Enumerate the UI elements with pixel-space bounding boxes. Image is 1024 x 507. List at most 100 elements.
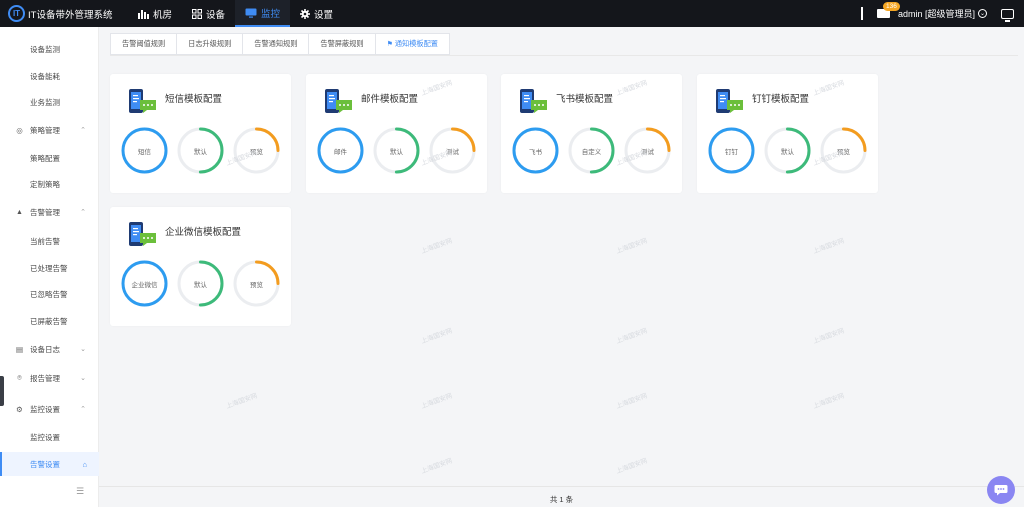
screen-icon[interactable] [1001, 8, 1014, 22]
template-ring[interactable]: 默认 [373, 127, 420, 174]
home-icon[interactable]: ⌂ [82, 460, 87, 469]
template-ring[interactable]: 预览 [820, 127, 867, 174]
chevron-down-icon[interactable]: ⌄ [80, 345, 86, 353]
gear-icon [300, 8, 311, 19]
chevron-up-icon[interactable]: ⌃ [80, 126, 86, 134]
logo-icon: IT [8, 5, 25, 22]
card-title: 飞书模板配置 [556, 94, 614, 105]
chevron-up-icon[interactable]: ⌃ [80, 405, 86, 413]
app-logo[interactable]: IT IT设备带外管理系统 [0, 5, 118, 22]
gear-icon: ⚙ [16, 404, 23, 414]
template-ring[interactable]: 短信 [121, 127, 168, 174]
card-title: 钉钉模板配置 [752, 94, 810, 105]
ring-label: 测试 [641, 148, 654, 156]
collapse-menu-icon[interactable]: ☰ [76, 486, 87, 497]
sidebar: ☰ 设备监测设备能耗业务监测 ◎ 策略管理 ⌃ 策略配置 定制策略 ▲ 告警管理 ⌃ 当前告警已处… [0, 27, 99, 507]
chat-button[interactable] [987, 476, 1015, 504]
ring-label: 自定义 [581, 148, 602, 156]
sidebar-drag-handle[interactable] [0, 376, 4, 406]
sidebar-item-5[interactable]: 定制策略 [0, 172, 99, 196]
sidebar-item-15[interactable]: 告警设置 ⌂ [0, 452, 99, 476]
template-ring[interactable]: 飞书 [512, 127, 559, 174]
sidebar-item-12[interactable]: ⌾ 报告管理 ⌄ [0, 366, 99, 390]
watermark-text: 上海国安网 [615, 392, 649, 411]
watermark-text: 上海国安网 [615, 237, 649, 256]
template-ring[interactable]: 预览 [233, 127, 280, 174]
sidebar-item-14[interactable]: 监控设置 [0, 425, 99, 449]
tab-2[interactable]: 告警通知规则 [242, 33, 309, 55]
template-card: 飞书模板配置飞书 自定义 测试 [501, 74, 682, 193]
ring-label: 企业微信 [131, 281, 158, 289]
ring-label: 默认 [194, 148, 207, 156]
sidebar-item-label: 已处理告警 [30, 263, 68, 273]
tab-4[interactable]: ⚑ 通知模板配置 [374, 33, 450, 55]
sidebar-item-label: 监控设置 [30, 432, 60, 442]
template-ring[interactable]: 钉钉 [708, 127, 755, 174]
card-title: 邮件模板配置 [361, 94, 419, 105]
sidebar-item-7[interactable]: 当前告警 [0, 229, 99, 253]
chat-icon [994, 485, 1008, 496]
ring-label: 钉钉 [725, 148, 738, 156]
tab-0[interactable]: 告警阈值规则 [110, 33, 177, 55]
nav-grid[interactable]: 设备 [182, 0, 235, 27]
nav-label: 机房 [153, 9, 173, 21]
phone-message-icon [128, 88, 158, 115]
user-name[interactable]: admin [超级管理员] [898, 7, 975, 20]
phone-message-icon [715, 88, 745, 115]
phone-message-icon [519, 88, 549, 115]
tab-1[interactable]: 日志升级规则 [176, 33, 243, 55]
template-ring[interactable]: 默认 [764, 127, 811, 174]
sidebar-item-3[interactable]: ◎ 策略管理 ⌃ [0, 118, 99, 142]
ring-label: 默认 [390, 148, 403, 156]
monitor-icon [245, 8, 257, 18]
ring-label: 测试 [446, 148, 459, 156]
template-ring[interactable]: 默认 [177, 260, 224, 307]
template-ring[interactable]: 测试 [624, 127, 671, 174]
sidebar-item-2[interactable]: 业务监测 [0, 90, 99, 114]
template-ring[interactable]: 自定义 [568, 127, 615, 174]
bell-icon: ▲ [16, 208, 23, 216]
tab-label: 告警阈值规则 [122, 39, 166, 48]
template-card: 企业微信模板配置 企业微信 默认 预览 [110, 207, 291, 326]
mail-icon[interactable]: 136 [876, 2, 900, 18]
sidebar-item-label: 当前告警 [30, 236, 60, 246]
ring-label: 默认 [781, 148, 794, 156]
sidebar-item-6[interactable]: ▲ 告警管理 ⌃ [0, 200, 99, 224]
sidebar-item-8[interactable]: 已处理告警 [0, 256, 99, 280]
document-icon: ▤ [15, 344, 24, 354]
sidebar-item-9[interactable]: 已忽略告警 [0, 282, 99, 306]
tabs-divider [110, 55, 1018, 56]
nav-bar-chart[interactable]: 机房 [128, 0, 182, 27]
template-ring[interactable]: 测试 [429, 127, 476, 174]
sidebar-item-13[interactable]: ⚙ 监控设置 ⌃ [0, 397, 99, 421]
sidebar-item-11[interactable]: ▤ 设备日志 ⌄ [0, 337, 99, 361]
sidebar-item-10[interactable]: 已屏蔽告警 [0, 309, 99, 333]
chevron-up-icon[interactable]: ⌃ [80, 208, 86, 216]
mail-count-badge: 136 [882, 2, 900, 11]
chevron-down-icon[interactable]: ⌄ [978, 9, 987, 18]
shield-icon: ◎ [16, 125, 23, 135]
sidebar-item-label: 设备能耗 [30, 71, 60, 81]
ring-label: 预览 [250, 148, 263, 156]
template-ring[interactable]: 预览 [233, 260, 280, 307]
sidebar-item-label: 监控设置 [30, 404, 60, 414]
nav-monitor[interactable]: 监控 [235, 0, 291, 27]
nav-label: 设置 [314, 9, 334, 21]
sidebar-item-4[interactable]: 策略配置 [0, 146, 99, 170]
template-ring[interactable]: 邮件 [317, 127, 364, 174]
app-title: IT设备带外管理系统 [28, 9, 113, 21]
nav-gear[interactable]: 设置 [290, 0, 343, 27]
tab-3[interactable]: 告警屏蔽规则 [308, 33, 375, 55]
sidebar-item-label: 设备日志 [30, 344, 60, 354]
watermark-text: 上海国安网 [420, 237, 454, 256]
sidebar-item-1[interactable]: 设备能耗 [0, 64, 99, 88]
template-ring[interactable]: 企业微信 [121, 260, 168, 307]
nav-label: 监控 [261, 8, 281, 20]
tab-label: 日志升级规则 [188, 39, 232, 48]
watermark-text: 上海国安网 [615, 457, 649, 476]
sidebar-item-label: 告警设置 [30, 459, 60, 469]
template-ring[interactable]: 默认 [177, 127, 224, 174]
sidebar-item-0[interactable]: 设备监测 [0, 37, 99, 61]
chevron-down-icon[interactable]: ⌄ [80, 374, 86, 382]
sidebar-item-label: 设备监测 [30, 44, 60, 54]
